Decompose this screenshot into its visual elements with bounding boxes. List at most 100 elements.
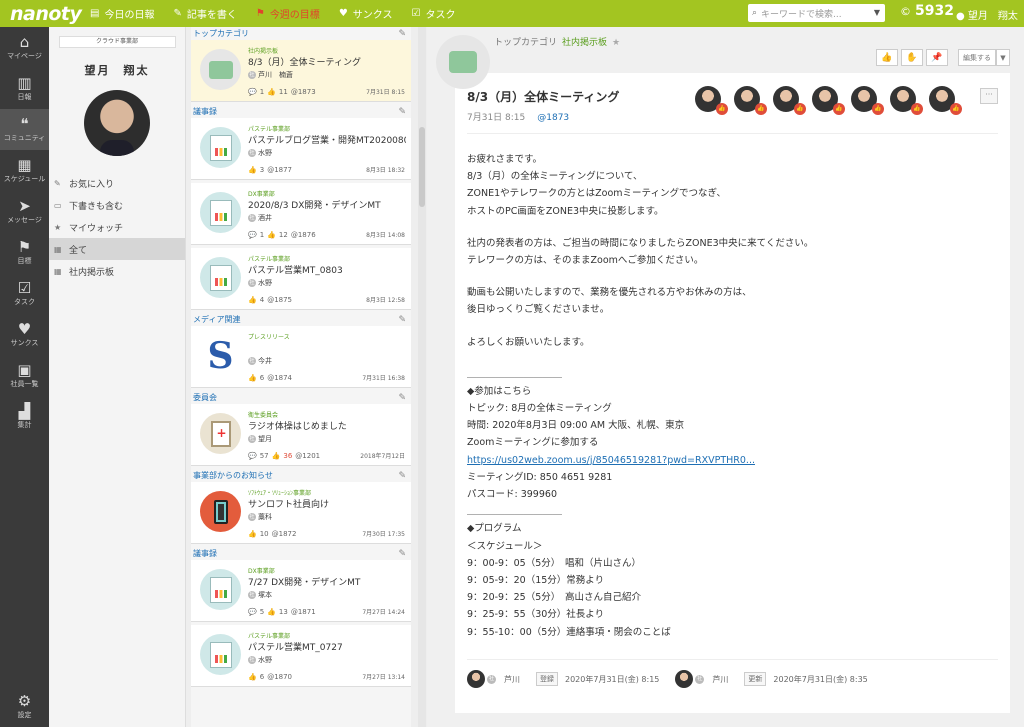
category-header[interactable]: 議事録 ✎ <box>191 547 411 560</box>
comment-icon: 💬 <box>248 607 257 616</box>
avatar[interactable] <box>84 90 150 156</box>
registered-date: 2020年7月31日(金) 8:15 <box>565 674 660 684</box>
avatar[interactable]: 👍 <box>773 86 806 115</box>
list-item[interactable]: ｿﾌﾄｳｪｱ・ｿﾘｭｰｼｮﾝ事業部 サンロフト社員向け 社藁科 👍 10 @1872… <box>191 482 411 544</box>
category-header[interactable]: 委員会 ✎ <box>191 391 411 404</box>
edit-dropdown[interactable]: ▼ <box>996 49 1010 66</box>
badge-icon: 社 <box>248 213 256 222</box>
menu-favorites[interactable]: ✎ お気に入り <box>49 172 185 194</box>
category-header[interactable]: 事業部からのお知らせ ✎ <box>191 469 411 482</box>
category-header[interactable]: 議事録 ✎ <box>191 105 411 118</box>
leftnav-label: 日報 <box>17 93 32 101</box>
article-id[interactable]: @1873 <box>537 113 569 123</box>
nav-label: タスク <box>425 10 456 21</box>
user-menu[interactable]: ● 望月 翔太 <box>956 7 1018 22</box>
leftnav-community[interactable]: ❝ コミュニティ <box>0 109 49 150</box>
list-item[interactable]: パステル事業部 パステル営業MT_0727 社水野 👍 6 @1870 7月27日 1… <box>191 625 411 687</box>
list-item[interactable]: DX事業部 2020/8/3 DX開発・デザインMT 社酒井 💬 1 👍 12 @187… <box>191 183 411 245</box>
list-item[interactable]: パステル事業部 パステル営業MT_0803 社水野 👍 4 @1875 8月3日 12… <box>191 248 411 310</box>
points-icon: © <box>900 4 911 18</box>
pencil-icon[interactable]: ✎ <box>398 29 406 39</box>
pencil-icon[interactable]: ✎ <box>398 107 406 117</box>
leftnav-schedule[interactable]: ▦ スケジュール <box>0 150 49 191</box>
item-meta: 💬 57 👍 36 @1201 2018年7月12日 <box>248 451 405 461</box>
chat-icon <box>436 35 490 89</box>
body-line: 時間: 2020年8月3日 09:00 AM 大阪、札幌、東京 <box>467 420 685 432</box>
points[interactable]: © 5932 <box>900 3 954 19</box>
list-item[interactable]: DX事業部 7/27 DX開発・デザインMT 社塚本 💬 5 👍 13 @1871 7月2… <box>191 560 411 622</box>
zoom-link[interactable]: https://us02web.zoom.us/j/85046519281?pw… <box>467 455 755 466</box>
thumbs-up-icon: 👍 <box>271 451 281 460</box>
leftnav-daily[interactable]: ▥ 日報 <box>0 68 49 109</box>
star-icon[interactable]: ★ <box>612 38 620 48</box>
menu-drafts[interactable]: ▭ 下書きも含む <box>49 194 185 216</box>
nav-thanks[interactable]: ♥ サンクス <box>339 6 393 21</box>
scrollbar-thumb[interactable] <box>419 127 425 207</box>
list-item[interactable]: パステル事業部 パステルブログ営業・開発MT20200803 社水野 👍 3 @18… <box>191 118 411 180</box>
item-meta: 👍 6 @1870 7月27日 13:14 <box>248 672 405 682</box>
search-input[interactable]: ⌕ キーワードで検索... ▼ <box>748 4 885 22</box>
item-id: @1871 <box>290 607 316 616</box>
leftnav-mypage[interactable]: ⌂ マイページ <box>0 27 49 68</box>
edit-button[interactable]: 編集する <box>958 49 996 66</box>
thumbs-up-icon: 👍 <box>881 52 893 63</box>
like-button[interactable]: 👍 <box>876 49 898 66</box>
pencil-icon[interactable]: ✎ <box>398 549 406 559</box>
pencil-icon[interactable]: ✎ <box>398 393 406 403</box>
pin-button[interactable]: 📌 <box>926 49 948 66</box>
avatar[interactable]: 👍 <box>734 86 767 115</box>
filter-menu: ✎ お気に入り ▭ 下書きも含む ★ マイウォッチ ▦ 全て ▦ 社内掲示板 <box>49 172 185 282</box>
item-id: @1875 <box>267 295 293 304</box>
leftnav-staff[interactable]: ▣ 社員一覧 <box>0 355 49 396</box>
category-header[interactable]: メディア関連 ✎ <box>191 313 411 326</box>
breadcrumb-current[interactable]: 社内掲示板 <box>562 38 607 48</box>
category-header[interactable]: トップカテゴリ ✎ <box>191 27 411 40</box>
list-item[interactable]: S プレスリリース 社今井 👍 6 @1874 7月31日 16:38 <box>191 326 411 388</box>
breadcrumb: トップカテゴリ 社内掲示板 ★ <box>494 35 620 48</box>
pencil-icon[interactable]: ✎ <box>398 471 406 481</box>
nav-daily-report[interactable]: ▤ 今日の日報 <box>90 6 154 21</box>
nav-weekly-goal[interactable]: ⚑ 今週の目標 <box>256 6 320 21</box>
leftnav-thanks[interactable]: ♥ サンクス <box>0 314 49 355</box>
nav-label: サンクス <box>352 10 393 21</box>
leftnav-goal[interactable]: ⚑ 目標 <box>0 232 49 273</box>
menu-label: 社内掲示板 <box>69 267 115 278</box>
leftnav-task[interactable]: ☑ タスク <box>0 273 49 314</box>
author-name: 望月 <box>258 434 272 443</box>
avatar[interactable]: 👍 <box>929 86 962 115</box>
app-logo[interactable]: nanoty <box>0 3 90 25</box>
avatar[interactable]: 👍 <box>695 86 728 115</box>
item-author: 社今井 <box>248 354 411 367</box>
applause-button[interactable]: ✋ <box>901 49 923 66</box>
leftnav-message[interactable]: ➤ メッセージ <box>0 191 49 232</box>
pencil-icon[interactable]: ✎ <box>398 315 406 325</box>
list-item[interactable]: 社内掲示板 8/3（月）全体ミーティング 社芦川 楠蒼 💬 1 👍 11 @1873 7月… <box>191 40 411 102</box>
item-author: 社水野 <box>248 653 411 666</box>
reaction-avatars: 👍 👍 👍 👍 👍 👍 👍 <box>695 86 968 115</box>
list-scrollbar[interactable] <box>418 27 426 727</box>
avatar[interactable]: 👍 <box>890 86 923 115</box>
avatar[interactable] <box>467 670 485 688</box>
body-line: トピック: 8月の全体ミーティング <box>467 403 612 415</box>
breadcrumb-root[interactable]: トップカテゴリ <box>494 38 557 48</box>
avatar[interactable] <box>675 670 694 688</box>
leftnav-stats[interactable]: ▟ 集計 <box>0 396 49 437</box>
menu-label: マイウォッチ <box>69 223 124 234</box>
top-nav: ▤ 今日の日報 ✎ 記事を書く ⚑ 今週の目標 ♥ サンクス ☑ タスク <box>90 6 474 21</box>
more-button[interactable]: ··· <box>980 88 998 104</box>
chevron-down-icon[interactable]: ▼ <box>874 8 880 17</box>
avatar[interactable]: 👍 <box>851 86 884 115</box>
menu-bulletin[interactable]: ▦ 社内掲示板 <box>49 260 185 282</box>
menu-mywatch[interactable]: ★ マイウォッチ <box>49 216 185 238</box>
list-item[interactable]: 衛生委員会 ラジオ体操はじめました 社望月 💬57👍36@1201 2018年7月… <box>191 404 411 466</box>
badge-icon: 社 <box>487 674 496 684</box>
badge-icon: 社 <box>248 70 256 79</box>
body-line: ＿＿＿＿＿＿＿＿＿＿ <box>467 506 563 518</box>
nav-task[interactable]: ☑ タスク <box>411 6 455 21</box>
nav-write-article[interactable]: ✎ 記事を書く <box>173 6 236 21</box>
menu-all[interactable]: ▦ 全て <box>49 238 185 260</box>
item-author: 社藁科 <box>248 510 411 523</box>
leftnav-settings[interactable]: ⚙ 設定 <box>0 686 49 727</box>
avatar[interactable]: 👍 <box>812 86 845 115</box>
thumbs-up-icon: 👍 <box>248 529 257 538</box>
